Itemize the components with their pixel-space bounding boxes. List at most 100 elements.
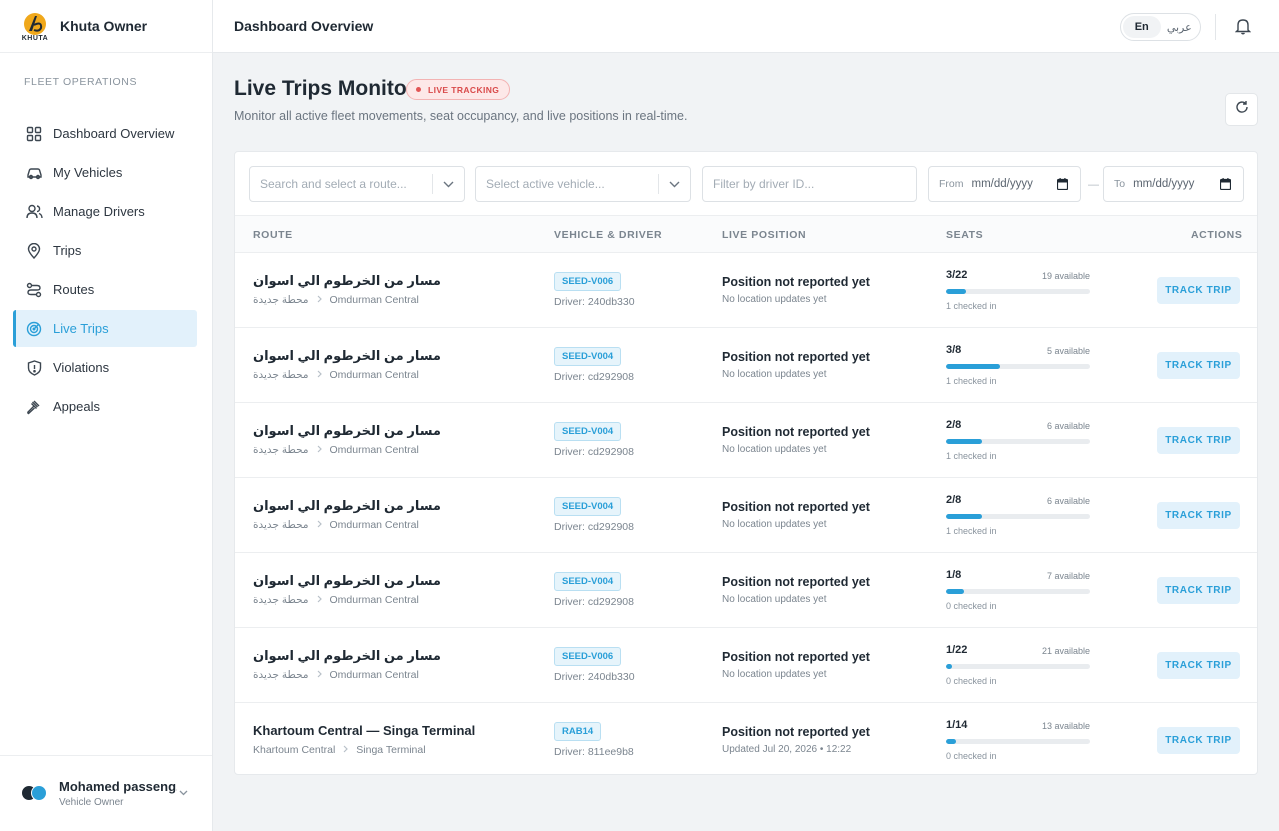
driver-id-input[interactable]: Filter by driver ID...: [702, 166, 917, 202]
car-icon: [25, 164, 43, 182]
route-name: مسار من الخرطوم الي اسوان: [253, 648, 441, 663]
brand[interactable]: KHUTA Khuta Owner: [0, 0, 212, 53]
vehicle-select[interactable]: Select active vehicle...: [475, 166, 691, 202]
sidebar-item-trips[interactable]: Trips: [13, 232, 197, 269]
user-menu[interactable]: Mohamed passeng... Vehicle Owner: [0, 755, 212, 831]
date-from-value: mm/dd/yyyy: [971, 178, 1033, 190]
column-header-vehicle: VEHICLE & DRIVER: [554, 229, 663, 241]
route-path: محطة جديدة Omdurman Central: [253, 294, 419, 306]
shield-alert-icon: [25, 359, 43, 377]
sidebar-item-label: Dashboard Overview: [53, 126, 175, 141]
track-trip-button[interactable]: TRACK TRIP: [1157, 277, 1240, 304]
sidebar-item-manage-drivers[interactable]: Manage Drivers: [13, 193, 197, 230]
chevron-right-icon: [317, 295, 322, 305]
seat-occupancy-fill: [946, 289, 966, 294]
live-position: Position not reported yet: [722, 350, 870, 364]
refresh-button[interactable]: [1225, 93, 1258, 126]
live-position-detail: No location updates yet: [722, 444, 827, 455]
route-from: محطة جديدة: [253, 519, 309, 531]
route-to: Omdurman Central: [329, 669, 419, 681]
bell-icon[interactable]: [1234, 17, 1253, 37]
chevron-right-icon: [317, 520, 322, 530]
driver-id: Driver: cd292908: [554, 521, 634, 533]
route-select-placeholder: Search and select a route...: [260, 177, 407, 191]
route-name: مسار من الخرطوم الي اسوان: [253, 273, 441, 288]
seat-occupancy-bar: [946, 589, 1090, 594]
lang-en-option[interactable]: En: [1123, 16, 1161, 38]
chevron-right-icon: [343, 745, 349, 755]
track-trip-button[interactable]: TRACK TRIP: [1157, 427, 1240, 454]
seat-occupancy-bar: [946, 289, 1090, 294]
sidebar-item-my-vehicles[interactable]: My Vehicles: [13, 154, 197, 191]
column-header-seats: SEATS: [946, 229, 984, 241]
vehicle-tag: SEED-V006: [554, 647, 622, 666]
refresh-icon: [1235, 100, 1249, 119]
driver-id: Driver: cd292908: [554, 596, 634, 608]
track-trip-button[interactable]: TRACK TRIP: [1157, 652, 1240, 679]
language-toggle[interactable]: En عربي: [1120, 13, 1201, 41]
table-body: مسار من الخرطوم الي اسوان محطة جديدة Omd…: [235, 253, 1257, 778]
track-trip-button[interactable]: TRACK TRIP: [1157, 352, 1240, 379]
route-select[interactable]: Search and select a route...: [249, 166, 465, 202]
live-position-detail: No location updates yet: [722, 369, 827, 380]
route-icon: [25, 281, 43, 299]
live-tracking-badge: LIVE TRACKING: [406, 79, 511, 100]
driver-id: Driver: 811ee9b8: [554, 746, 634, 758]
calendar-icon[interactable]: [1219, 178, 1232, 193]
sidebar-item-label: Live Trips: [53, 321, 109, 336]
table-row: مسار من الخرطوم الي اسوان محطة جديدة Omd…: [235, 553, 1257, 628]
seat-occupancy-fill: [946, 739, 957, 744]
track-trip-label: TRACK TRIP: [1165, 660, 1232, 671]
chevron-down-icon: [432, 174, 464, 194]
live-position: Position not reported yet: [722, 650, 870, 664]
khuta-logo-icon: KHUTA: [18, 8, 52, 44]
sidebar-item-appeals[interactable]: Appeals: [13, 388, 197, 425]
sidebar-item-routes[interactable]: Routes: [13, 271, 197, 308]
track-trip-button[interactable]: TRACK TRIP: [1157, 577, 1240, 604]
date-to-input[interactable]: To mm/dd/yyyy: [1103, 166, 1244, 202]
vehicle-tag: SEED-V004: [554, 422, 622, 441]
live-dot-icon: [416, 87, 421, 92]
vehicle-tag: SEED-V004: [554, 572, 622, 591]
route-name: مسار من الخرطوم الي اسوان: [253, 573, 441, 588]
checked-in-count: 1 checked in: [946, 451, 997, 461]
vehicle-select-placeholder: Select active vehicle...: [486, 177, 605, 191]
lang-ar-option[interactable]: عربي: [1161, 16, 1199, 38]
track-trip-button[interactable]: TRACK TRIP: [1157, 502, 1240, 529]
route-from: محطة جديدة: [253, 294, 309, 306]
sidebar-item-label: My Vehicles: [53, 165, 123, 180]
brand-name: Khuta Owner: [60, 18, 148, 34]
route-to: Omdurman Central: [329, 294, 419, 306]
route-path: محطة جديدة Omdurman Central: [253, 369, 419, 381]
track-trip-label: TRACK TRIP: [1165, 510, 1232, 521]
sidebar-item-live-trips[interactable]: Live Trips: [13, 310, 197, 347]
sidebar-item-violations[interactable]: Violations: [13, 349, 197, 386]
route-path: محطة جديدة Omdurman Central: [253, 669, 419, 681]
sidebar-item-dashboard-overview[interactable]: Dashboard Overview: [13, 115, 197, 152]
calendar-icon[interactable]: [1056, 178, 1069, 193]
live-position: Position not reported yet: [722, 725, 870, 739]
track-trip-label: TRACK TRIP: [1165, 435, 1232, 446]
track-trip-label: TRACK TRIP: [1165, 360, 1232, 371]
column-header-route: ROUTE: [253, 229, 293, 241]
gavel-icon: [25, 398, 43, 416]
live-badge-label: LIVE TRACKING: [428, 84, 500, 95]
live-trips-card: Search and select a route... Select acti…: [234, 151, 1258, 775]
date-from-input[interactable]: From mm/dd/yyyy: [928, 166, 1081, 202]
checked-in-count: 0 checked in: [946, 601, 997, 611]
avatar: [21, 784, 49, 803]
track-trip-button[interactable]: TRACK TRIP: [1157, 727, 1240, 754]
live-position: Position not reported yet: [722, 575, 870, 589]
route-to: Omdurman Central: [329, 444, 419, 456]
sidebar-item-label: Trips: [53, 243, 82, 258]
sidebar-item-label: Appeals: [53, 399, 100, 414]
seat-occupancy-bar: [946, 364, 1090, 369]
seats-available: 6 available: [1046, 421, 1090, 431]
live-position-detail: No location updates yet: [722, 669, 827, 680]
date-to-label: To: [1114, 178, 1126, 190]
seats-available: 13 available: [1041, 721, 1090, 731]
live-position-detail: No location updates yet: [722, 294, 827, 305]
seat-occupancy-fill: [946, 439, 982, 444]
route-from: محطة جديدة: [253, 369, 309, 381]
seat-occupancy-fill: [946, 514, 982, 519]
